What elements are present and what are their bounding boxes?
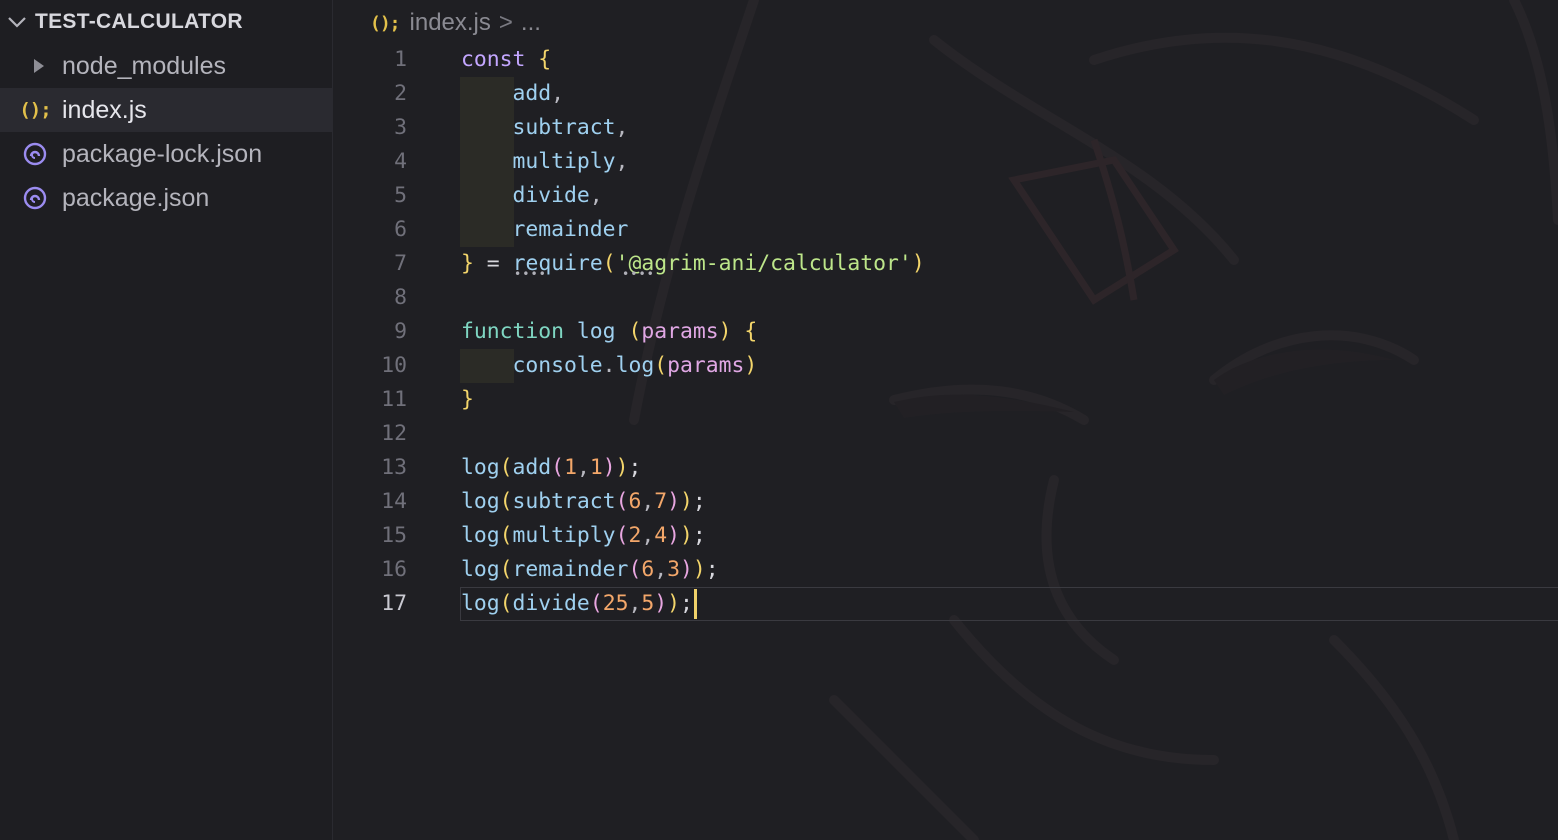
breadcrumb-file[interactable]: index.js — [410, 9, 491, 37]
code-line[interactable]: 15 log(multiply(2,4)); — [334, 519, 1558, 553]
code-line[interactable]: 13 log(add(1,1)); — [334, 451, 1558, 485]
line-number: 4 — [394, 149, 407, 174]
line-number: 2 — [394, 81, 407, 106]
hint-dots: •••• — [514, 267, 547, 281]
code-text[interactable]: divide, — [461, 179, 603, 213]
line-number: 5 — [394, 183, 407, 208]
code-line[interactable]: 5 divide, — [334, 179, 1558, 213]
line-number: 10 — [381, 353, 407, 378]
tree-item-label: index.js — [62, 95, 147, 124]
js-file-icon: (); — [370, 12, 400, 34]
explorer-sidebar: TEST-CALCULATOR node_modules (); index.j… — [0, 0, 333, 840]
code-line[interactable]: 2 add, — [334, 77, 1558, 111]
code-text[interactable]: log(divide(25,5)); — [461, 587, 697, 621]
line-number: 14 — [381, 489, 407, 514]
code-line[interactable]: 17 log(divide(25,5)); — [334, 587, 1558, 621]
package-icon — [22, 185, 48, 211]
line-number: 16 — [381, 557, 407, 582]
code-text[interactable]: remainder — [461, 213, 629, 247]
code-line[interactable]: 9 function log (params) { — [334, 315, 1558, 349]
code-line[interactable]: 8 — [334, 281, 1558, 315]
code-line[interactable]: 12 — [334, 417, 1558, 451]
code-text[interactable]: log(multiply(2,4)); — [461, 519, 706, 553]
code-text[interactable]: multiply, — [461, 145, 629, 179]
caret-right-icon — [22, 53, 48, 79]
code-text[interactable]: const { — [461, 43, 551, 77]
code-text[interactable]: log(subtract(6,7)); — [461, 485, 706, 519]
line-number: 12 — [381, 421, 407, 446]
code-text[interactable]: add, — [461, 77, 565, 111]
code-line[interactable]: 6 remainder — [334, 213, 1558, 247]
code-text[interactable]: console.log(params) — [461, 349, 758, 383]
line-number: 8 — [394, 285, 407, 310]
tree-item-label: node_modules — [62, 51, 227, 80]
code-line[interactable]: 1 const { — [334, 43, 1558, 77]
line-number: 11 — [381, 387, 407, 412]
line-number: 9 — [394, 319, 407, 344]
code-text[interactable]: function log (params) { — [461, 315, 757, 349]
tree-item-index-js[interactable]: (); index.js — [0, 88, 332, 132]
code-line[interactable]: 3 subtract, — [334, 111, 1558, 145]
line-number: 7 — [394, 251, 407, 276]
code-line[interactable]: 11} — [334, 383, 1558, 417]
hint-dots: •••• — [622, 267, 655, 281]
code-line[interactable]: 14 log(subtract(6,7)); — [334, 485, 1558, 519]
line-number: 3 — [394, 115, 407, 140]
tree-item-label: package.json — [62, 183, 210, 212]
code-text[interactable]: } — [461, 383, 474, 417]
tree-item-node-modules[interactable]: node_modules — [0, 44, 332, 88]
tree-item-package-json[interactable]: package.json — [0, 176, 332, 220]
breadcrumb-more[interactable]: ... — [521, 9, 541, 37]
code-text[interactable]: log(remainder(6,3)); — [461, 553, 719, 587]
package-icon — [22, 141, 48, 167]
tree-item-package-lock-json[interactable]: package-lock.json — [0, 132, 332, 176]
code-editor[interactable]: (); index.js > ... 1 const {2 add, 3 subtr… — [334, 0, 1558, 840]
code-line[interactable]: 16 log(remainder(6,3)); — [334, 553, 1558, 587]
line-number: 17 — [381, 591, 407, 616]
chevron-down-icon — [6, 11, 28, 33]
chevron-right-icon: > — [498, 9, 513, 36]
js-file-icon: (); — [19, 99, 51, 121]
code-line[interactable]: 7} = require('@agrim-ani/calculator') •••… — [334, 247, 1558, 281]
tree-item-label: package-lock.json — [62, 139, 263, 168]
line-number: 1 — [394, 47, 407, 72]
code-text[interactable]: subtract, — [461, 111, 629, 145]
code-line[interactable]: 10 console.log(params) — [334, 349, 1558, 383]
explorer-folder-header[interactable]: TEST-CALCULATOR — [0, 0, 332, 44]
text-cursor — [693, 589, 697, 619]
code-text[interactable]: log(add(1,1)); — [461, 451, 641, 485]
explorer-folder-title: TEST-CALCULATOR — [35, 10, 243, 33]
code-line[interactable]: 4 multiply, — [334, 145, 1558, 179]
line-number: 13 — [381, 455, 407, 480]
line-number: 15 — [381, 523, 407, 548]
breadcrumb: (); index.js > ... — [370, 6, 541, 40]
code-area[interactable]: 1 const {2 add, 3 subtract, 4 multiply, 5 di… — [334, 43, 1558, 621]
line-number: 6 — [394, 217, 407, 242]
